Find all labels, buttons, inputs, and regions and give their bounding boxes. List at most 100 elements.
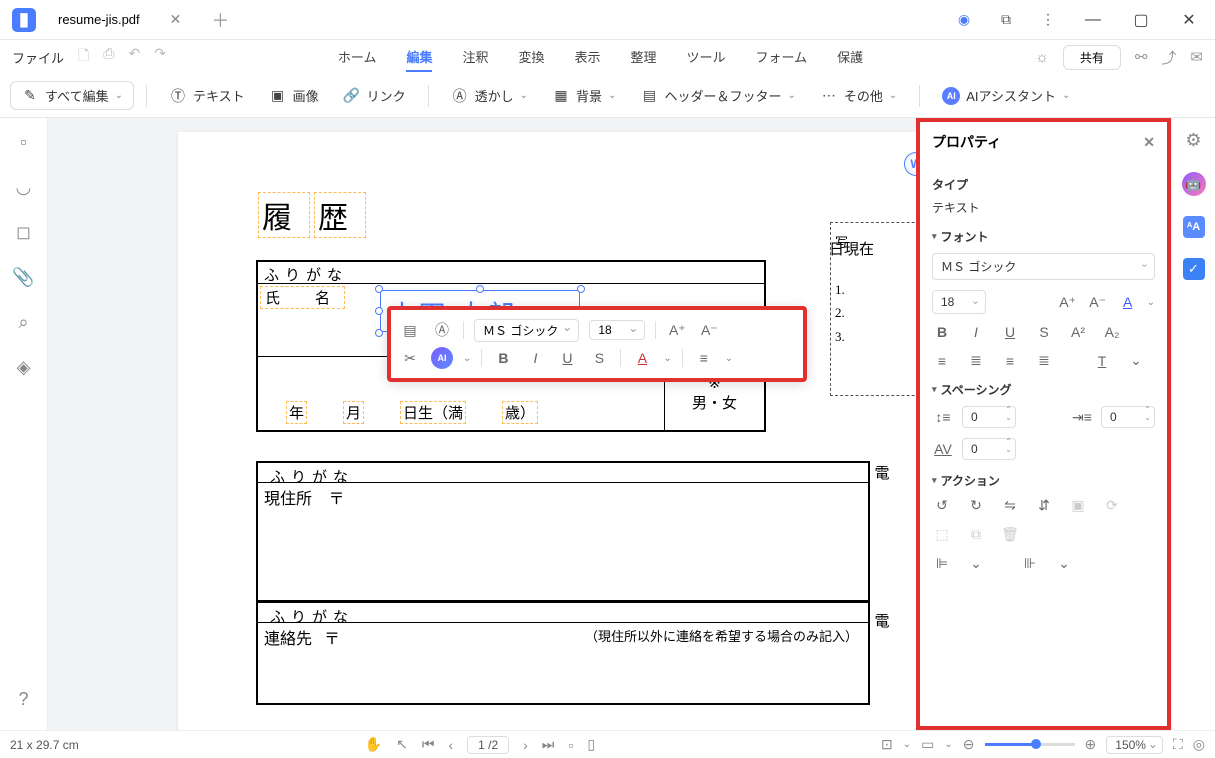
watermark-button[interactable]: Ⓐ透かし⌄ (441, 82, 538, 109)
zoom-in-icon[interactable]: ⊕ (1085, 736, 1097, 753)
align-center-button[interactable]: ≣ (966, 352, 986, 369)
next-page-icon[interactable]: › (523, 737, 528, 753)
background-button[interactable]: ▦背景⌄ (542, 82, 626, 109)
contact-note[interactable]: （現住所以外に連絡を希望する場合のみ記入） (581, 625, 862, 701)
attachment-icon[interactable]: 📎 (12, 267, 34, 288)
font-family-select[interactable]: ＭＳ ゴシック (474, 319, 579, 342)
upload-icon[interactable]: ⤴ (1161, 47, 1176, 68)
flip-h-button[interactable]: ⇋ (1000, 497, 1020, 514)
single-page-icon[interactable]: ▫ (568, 737, 573, 753)
align-h-button[interactable]: ⊫ (932, 555, 952, 572)
ai-translate-icon[interactable]: ᴬA (1183, 216, 1205, 238)
underline-icon[interactable]: U (556, 347, 578, 369)
tab-protect[interactable]: 保護 (837, 43, 863, 72)
align-v-button[interactable]: ⊪ (1020, 555, 1040, 572)
panel-close-icon[interactable]: ✕ (1143, 134, 1155, 151)
tab-edit[interactable]: 編集 (406, 43, 432, 72)
window-close-button[interactable]: ✕ (1171, 0, 1207, 40)
text-button[interactable]: Ⓣテキスト (159, 82, 255, 109)
tab-close-icon[interactable]: ✕ (170, 11, 182, 28)
strikethrough-icon[interactable]: S (588, 347, 610, 369)
align-icon[interactable]: ≡ (693, 347, 715, 369)
shrink-font-icon[interactable]: A⁻ (1087, 291, 1109, 313)
delete-button[interactable]: 🗑 (1000, 526, 1020, 543)
photo-box[interactable]: 写1.2.3. (830, 222, 930, 396)
phone-label-2[interactable]: 電 (870, 610, 894, 634)
comment-icon[interactable]: ◻ (16, 222, 31, 243)
phone-label-1[interactable]: 電 (870, 462, 894, 486)
tab-view[interactable]: 表示 (575, 43, 601, 72)
underline-button[interactable]: U (1000, 324, 1020, 340)
tab-form[interactable]: フォーム (756, 43, 808, 72)
case-icon[interactable]: Ⓐ (431, 319, 453, 341)
italic-icon[interactable]: I (524, 347, 546, 369)
char-spacing-input[interactable]: 0 (962, 438, 1016, 460)
more-menu-icon[interactable]: ⋮ (1033, 5, 1063, 35)
postcode-mark[interactable]: 〒 (328, 491, 344, 508)
read-mode-icon[interactable]: ▭ (921, 736, 934, 753)
header-footer-button[interactable]: ▤ヘッダー＆フッター⌄ (630, 82, 805, 109)
select-tool-icon[interactable]: ↖ (396, 736, 408, 753)
font-color-icon[interactable]: A (631, 347, 653, 369)
zoom-out-icon[interactable]: ⊖ (963, 736, 975, 753)
extract-button[interactable]: ⬚ (932, 526, 952, 543)
last-page-icon[interactable]: ⏭ (542, 736, 555, 753)
crop-button[interactable]: ▣ (1068, 497, 1088, 514)
ai-mini-icon[interactable]: AI (431, 347, 453, 369)
indent-input[interactable]: 0 (1101, 406, 1155, 428)
flip-v-button[interactable]: ⇵ (1034, 497, 1054, 514)
search-icon[interactable]: ⌕ (18, 312, 28, 333)
grow-font-icon[interactable]: A⁺ (1057, 291, 1079, 313)
furigana-label[interactable]: ふりがな (258, 262, 354, 283)
share-link-icon[interactable]: ⚯ (1135, 48, 1148, 66)
cut-icon[interactable]: ✂ (399, 347, 421, 369)
replace-button[interactable]: ⟳ (1102, 497, 1122, 514)
superscript-button[interactable]: A² (1068, 324, 1088, 340)
file-tab[interactable]: resume-jis.pdf ✕ (44, 2, 195, 38)
mail-icon[interactable]: ✉ (1190, 48, 1203, 66)
align-right-button[interactable]: ≡ (1000, 352, 1020, 369)
bookmark-icon[interactable]: ◡ (16, 177, 32, 198)
thumbnail-icon[interactable]: ▫ (20, 132, 26, 153)
tab-convert[interactable]: 変換 (518, 43, 544, 72)
bold-icon[interactable]: B (492, 347, 514, 369)
panel-font-select[interactable]: ＭＳ ゴシック (932, 253, 1155, 280)
hand-tool-icon[interactable]: ✋ (365, 736, 382, 753)
ai-chat-icon[interactable]: 🤖 (1182, 172, 1206, 196)
other-button[interactable]: ⋯その他⌄ (810, 82, 907, 109)
contact-label[interactable]: 連絡先 (264, 625, 312, 701)
notification-icon[interactable]: ⧉ (991, 5, 1021, 35)
panel-settings-icon[interactable]: ⚙ (1182, 128, 1206, 152)
layers-icon[interactable]: ◈ (17, 357, 31, 378)
italic-button[interactable]: I (966, 324, 986, 340)
zoom-level-select[interactable]: 150% (1106, 736, 1163, 754)
print-icon[interactable]: ⎙ (103, 45, 114, 69)
share-button[interactable]: 共有 (1063, 45, 1121, 70)
fullscreen-icon[interactable]: ⛶ (1173, 736, 1183, 753)
address-label[interactable]: 現住所 (264, 491, 312, 508)
file-menu[interactable]: ファイル (12, 48, 64, 67)
prev-page-icon[interactable]: ‹ (448, 737, 453, 753)
fit-width-icon[interactable]: ⊡ (881, 736, 893, 753)
tab-home[interactable]: ホーム (338, 43, 377, 72)
new-tab-button[interactable]: ＋ (205, 7, 235, 33)
window-minimize-button[interactable]: — (1075, 0, 1111, 40)
align-left-button[interactable]: ≡ (932, 352, 952, 369)
tab-organize[interactable]: 整理 (631, 43, 657, 72)
increase-font-icon[interactable]: A⁺ (666, 319, 688, 341)
redo-icon[interactable]: ↷ (154, 45, 166, 69)
tab-tools[interactable]: ツール (687, 43, 726, 72)
window-maximize-button[interactable]: ▢ (1123, 0, 1159, 40)
tab-annotate[interactable]: 注釈 (462, 43, 488, 72)
document-canvas[interactable]: W 履歴 日現在 ふりがな 氏 名 年 月 日生（満 (48, 118, 1215, 730)
cloud-sync-icon[interactable]: ◉ (949, 5, 979, 35)
check-icon[interactable]: ✓ (1183, 258, 1205, 280)
link-button[interactable]: 🔗リンク (333, 82, 416, 109)
page-number-input[interactable]: 1 /2 (467, 736, 509, 754)
rotate-right-button[interactable]: ↻ (966, 497, 986, 514)
text-color-icon[interactable]: A (1117, 291, 1139, 313)
name-label[interactable]: 氏 名 (260, 286, 345, 309)
zoom-slider[interactable] (985, 743, 1075, 746)
panel-size-select[interactable]: 18 (932, 290, 986, 314)
font-size-select[interactable]: 18 (589, 320, 645, 340)
